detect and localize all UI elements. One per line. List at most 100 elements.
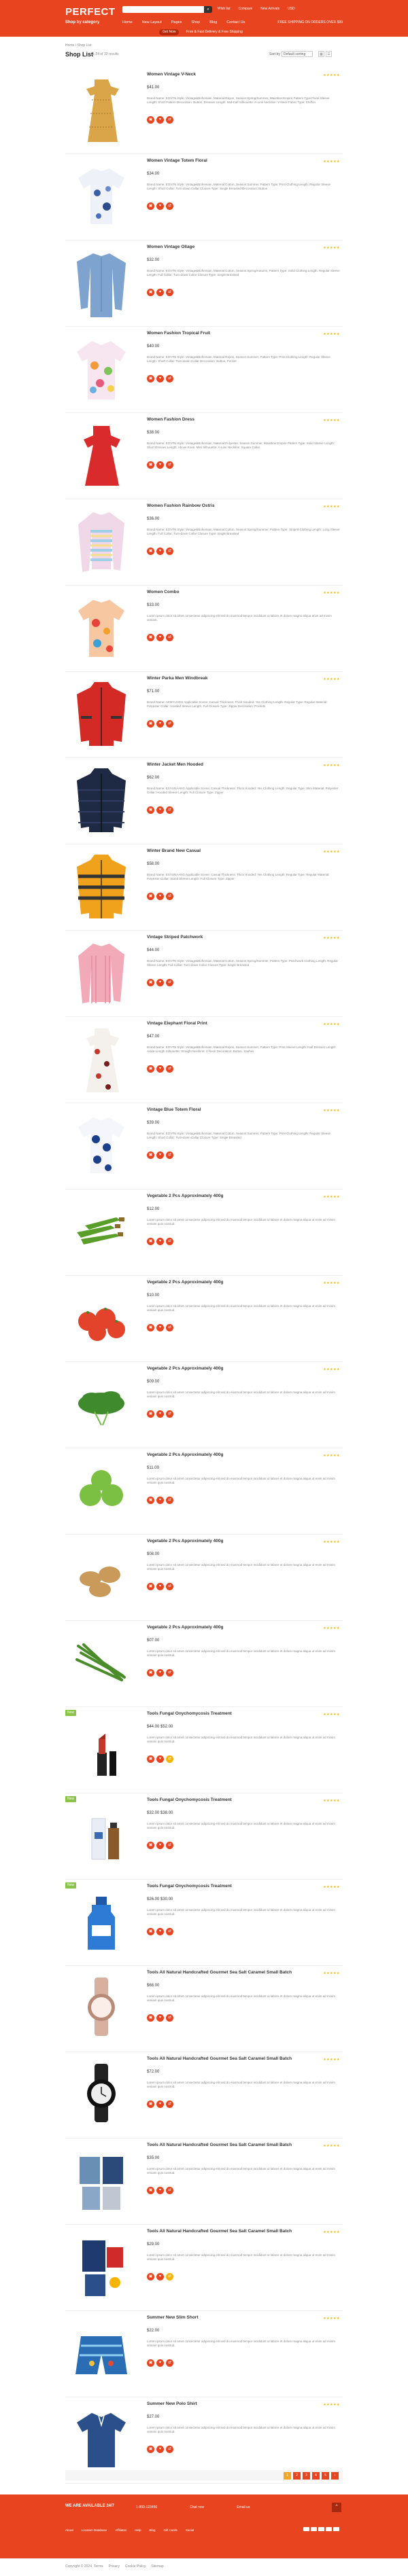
wishlist-heart-icon[interactable]: ♥ (156, 806, 164, 815)
footer-email[interactable]: Email us (237, 2505, 250, 2510)
compare-icon[interactable]: ⇄ (166, 979, 173, 987)
product-name[interactable]: Summer New Slim Short (147, 2315, 340, 2321)
product-photo[interactable] (67, 935, 135, 1007)
add-to-cart-icon[interactable]: ▣ (147, 1410, 154, 1418)
product-photo[interactable] (67, 763, 135, 835)
product-image[interactable] (67, 2229, 136, 2302)
footer-link[interactable]: Social (186, 2528, 194, 2533)
product-item[interactable]: New Tools Fungal Onychomycosis Treatment ★… (65, 1880, 343, 1966)
add-to-cart-icon[interactable]: ▣ (147, 634, 154, 642)
wishlist-heart-icon[interactable]: ♥ (156, 1065, 164, 1073)
page-button[interactable]: 3 (303, 2471, 310, 2480)
product-photo[interactable] (67, 590, 135, 662)
add-to-cart-icon[interactable]: ▣ (147, 1755, 154, 1764)
product-photo[interactable] (67, 1108, 135, 1180)
compare-icon[interactable]: ⇄ (166, 893, 173, 901)
compare-icon[interactable]: ⇄ (166, 375, 173, 383)
product-item[interactable]: Vintage Striped Patchwork ★★★★★ $44.00 Bran… (65, 931, 343, 1017)
product-photo[interactable] (67, 677, 135, 749)
product-photo[interactable] (67, 418, 135, 490)
wishlist-heart-icon[interactable]: ♥ (156, 289, 164, 297)
product-image[interactable] (67, 417, 136, 490)
product-name[interactable]: Tools All Natural Handcrafted Gourmet Se… (147, 1970, 340, 1975)
product-name[interactable]: Women Fashion Dress (147, 417, 340, 423)
add-to-cart-icon[interactable]: ▣ (147, 2187, 154, 2195)
product-item[interactable]: Tools All Natural Handcrafted Gourmet Se… (65, 2225, 343, 2311)
nav-new-layout[interactable]: New Layout (142, 20, 162, 25)
add-to-cart-icon[interactable]: ▣ (147, 1497, 154, 1505)
compare-icon[interactable]: ⇄ (166, 2273, 173, 2281)
product-image[interactable] (67, 2315, 136, 2389)
wishlist-heart-icon[interactable]: ♥ (156, 893, 164, 901)
product-image[interactable] (67, 503, 136, 577)
wishlist-heart-icon[interactable]: ♥ (156, 1583, 164, 1591)
grid-view-icon[interactable]: ▦ (318, 51, 324, 57)
product-name[interactable]: Vintage Elephant Floral Print (147, 1021, 340, 1026)
wishlist-heart-icon[interactable]: ♥ (156, 720, 164, 728)
add-to-cart-icon[interactable]: ▣ (147, 461, 154, 469)
product-image[interactable] (67, 1366, 136, 1439)
wishlist-heart-icon[interactable]: ♥ (156, 2014, 164, 2022)
add-to-cart-icon[interactable]: ▣ (147, 2446, 154, 2454)
product-name[interactable]: Tools Fungal Onychomycosis Treatment (147, 1711, 340, 1717)
product-item[interactable]: Winter Jacket Men Hooded ★★★★★ $62.00 Brand… (65, 758, 343, 844)
product-item[interactable]: Winter Parka Men Windbreak ★★★★★ $71.00 Bra… (65, 672, 343, 758)
add-to-cart-icon[interactable]: ▣ (147, 116, 154, 124)
product-image[interactable] (67, 1194, 136, 1267)
footer-phone[interactable]: 1-800-123456 (136, 2505, 157, 2510)
product-name[interactable]: Winter Brand New Casual (147, 848, 340, 854)
product-name[interactable]: Vegetable 2 Pcs Approximately 400g (147, 1539, 340, 1544)
add-to-cart-icon[interactable]: ▣ (147, 1065, 154, 1073)
footer-link[interactable]: Blog (150, 2528, 156, 2533)
product-image[interactable] (67, 2143, 136, 2216)
wishlist-heart-icon[interactable]: ♥ (156, 1755, 164, 1764)
product-item[interactable]: Women Fashion Dress ★★★★★ $38.00 Brand Name… (65, 413, 343, 499)
product-image[interactable] (67, 331, 136, 404)
product-photo[interactable] (67, 1626, 135, 1698)
page-button[interactable]: 1 (284, 2471, 291, 2480)
product-name[interactable]: Summer New Polo Shirt (147, 2401, 340, 2407)
wishlist-heart-icon[interactable]: ♥ (156, 1324, 164, 1332)
product-item[interactable]: Women Fashion Rainbow Ostris ★★★★★ $36.00 B… (65, 499, 343, 586)
product-photo[interactable] (67, 1712, 135, 1784)
nav-pages[interactable]: Pages (171, 20, 182, 25)
product-name[interactable]: Tools Fungal Onychomycosis Treatment (147, 1797, 340, 1803)
product-item[interactable]: Tools All Natural Handcrafted Gourmet Se… (65, 1966, 343, 2052)
add-to-cart-icon[interactable]: ▣ (147, 806, 154, 815)
product-item[interactable]: Tools All Natural Handcrafted Gourmet Se… (65, 2139, 343, 2225)
nav-blog[interactable]: Blog (209, 20, 217, 25)
compare-icon[interactable]: ⇄ (166, 1151, 173, 1160)
product-photo[interactable] (67, 1884, 135, 1956)
footer-link[interactable]: Location Database (82, 2528, 107, 2533)
product-image[interactable] (67, 1280, 136, 1353)
add-to-cart-icon[interactable]: ▣ (147, 1324, 154, 1332)
page-button[interactable]: 5 (322, 2471, 329, 2480)
compare-icon[interactable]: ⇄ (166, 1497, 173, 1505)
product-name[interactable]: Women Vintage Ollage (147, 245, 340, 250)
compare-icon[interactable]: ⇄ (166, 2100, 173, 2109)
compare-icon[interactable]: ⇄ (166, 548, 173, 556)
compare-icon[interactable]: ⇄ (166, 116, 173, 124)
footer-link[interactable]: Help (135, 2528, 141, 2533)
compare-icon[interactable]: ⇄ (166, 1842, 173, 1850)
wishlist-heart-icon[interactable]: ♥ (156, 1497, 164, 1505)
product-photo[interactable] (67, 1971, 135, 2043)
wishlist-heart-icon[interactable]: ♥ (156, 1842, 164, 1850)
compare-icon[interactable]: ⇄ (166, 202, 173, 211)
product-photo[interactable] (67, 1367, 135, 1439)
product-image[interactable] (67, 848, 136, 922)
product-image[interactable] (67, 590, 136, 663)
search-input[interactable]: ⌕ (122, 6, 212, 13)
add-to-cart-icon[interactable]: ▣ (147, 289, 154, 297)
product-photo[interactable] (67, 504, 135, 576)
product-photo[interactable] (67, 1194, 135, 1266)
wishlist-heart-icon[interactable]: ♥ (156, 1151, 164, 1160)
product-item[interactable]: Vegetable 2 Pcs Approximately 400g ★★★★★ $… (65, 1535, 343, 1621)
footer-link[interactable]: About (65, 2528, 73, 2533)
compare-icon[interactable]: ⇄ (166, 1755, 173, 1764)
product-name[interactable]: Winter Parka Men Windbreak (147, 676, 340, 681)
product-item[interactable]: Vegetable 2 Pcs Approximately 400g ★★★★★ $… (65, 1362, 343, 1448)
compare-icon[interactable]: ⇄ (166, 2359, 173, 2367)
add-to-cart-icon[interactable]: ▣ (147, 1151, 154, 1160)
product-photo[interactable] (67, 245, 135, 317)
